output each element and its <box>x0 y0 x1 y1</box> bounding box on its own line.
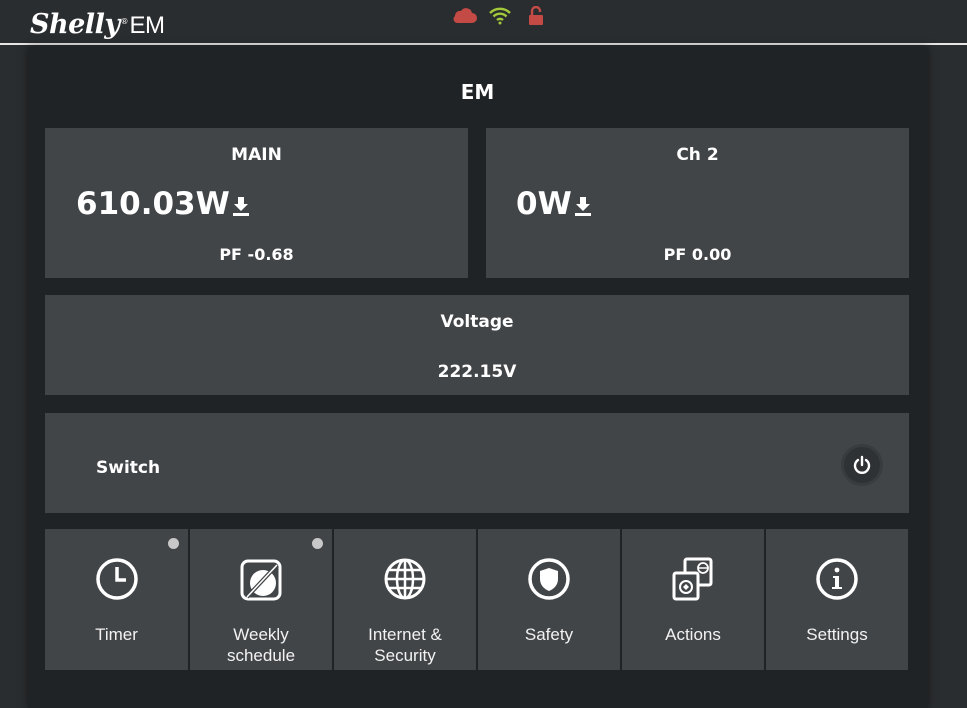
schedule-icon <box>190 557 332 601</box>
download-arrow-icon <box>574 197 591 216</box>
tile-weekly-schedule-label: Weekly schedule <box>190 624 332 666</box>
status-dot <box>312 538 323 549</box>
info-icon <box>766 557 908 601</box>
tile-weekly-schedule[interactable]: Weekly schedule <box>190 529 332 670</box>
tile-settings-label: Settings <box>806 625 868 644</box>
unlocked-icon[interactable] <box>523 6 549 26</box>
tile-internet-security-line1: Internet & <box>368 625 442 644</box>
channel-2-pf: PF 0.00 <box>663 245 732 264</box>
cloud-icon[interactable] <box>451 6 477 26</box>
top-bar: Shelly ® EM <box>0 0 967 45</box>
globe-icon <box>334 557 476 601</box>
power-toggle-button[interactable] <box>841 444 883 486</box>
switch-card: Switch <box>45 413 909 513</box>
channel-main-title: MAIN <box>231 145 282 165</box>
tile-internet-security-line2: Security <box>374 646 436 665</box>
channel-2-card[interactable]: Ch 2 0W PF 0.00 <box>486 128 909 278</box>
tile-timer[interactable]: Timer <box>45 529 188 670</box>
tile-weekly-schedule-line2: schedule <box>226 646 296 665</box>
voltage-value: 222.15V <box>437 362 517 382</box>
channel-2-title: Ch 2 <box>676 145 719 165</box>
channel-2-power: 0W <box>516 186 592 222</box>
tile-safety-label: Safety <box>524 625 574 644</box>
tile-actions-label: Actions <box>665 625 721 644</box>
power-icon <box>853 455 871 474</box>
logo-model: EM <box>129 12 166 39</box>
switch-label: Switch <box>96 458 161 478</box>
tile-weekly-schedule-line1: Weekly <box>233 625 289 644</box>
tile-settings[interactable]: Settings <box>766 529 908 670</box>
download-arrow-icon <box>232 197 249 216</box>
device-title: EM <box>460 80 495 104</box>
channel-2-power-value: 0W <box>516 186 572 222</box>
tile-internet-security[interactable]: Internet & Security <box>334 529 476 670</box>
tile-safety[interactable]: Safety <box>478 529 620 670</box>
shelly-logo: Shelly ® EM <box>30 2 165 40</box>
channel-main-pf: PF -0.68 <box>219 245 294 264</box>
logo-registered-mark: ® <box>120 17 129 26</box>
tile-actions[interactable]: Actions <box>622 529 764 670</box>
voltage-card: Voltage 222.15V <box>45 295 909 395</box>
voltage-title: Voltage <box>440 312 514 332</box>
channel-main-card[interactable]: MAIN 610.03W PF -0.68 <box>45 128 468 278</box>
tile-internet-security-label: Internet & Security <box>334 624 476 666</box>
clock-icon <box>45 557 188 601</box>
status-icons <box>451 6 549 26</box>
tile-timer-label: Timer <box>95 625 138 644</box>
status-dot <box>168 538 179 549</box>
channel-main-power-value: 610.03W <box>76 186 230 222</box>
shield-icon <box>478 557 620 601</box>
channel-main-power: 610.03W <box>76 186 250 222</box>
logo-wordmark: Shelly <box>30 9 120 40</box>
wifi-icon[interactable] <box>487 6 513 26</box>
actions-icon <box>622 557 764 603</box>
